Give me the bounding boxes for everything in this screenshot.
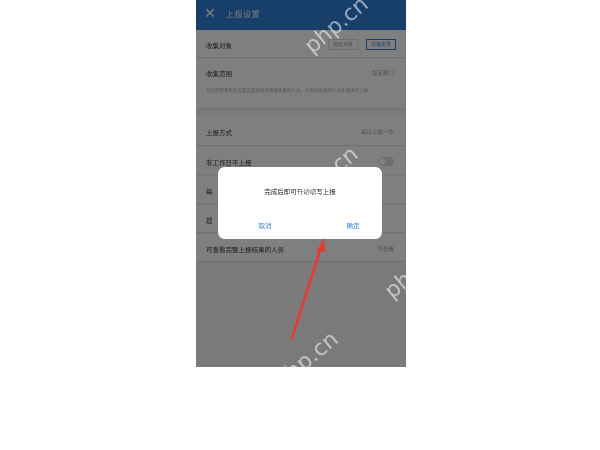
dialog-confirm-button[interactable]: 确定 bbox=[336, 220, 370, 230]
screenshot: ✕ 上报设置 收集对象 指定对象 非指定员 收集范围 指定部门 开启后需要先在设… bbox=[0, 0, 600, 450]
dialog-cancel-button[interactable]: 取消 bbox=[248, 220, 282, 230]
